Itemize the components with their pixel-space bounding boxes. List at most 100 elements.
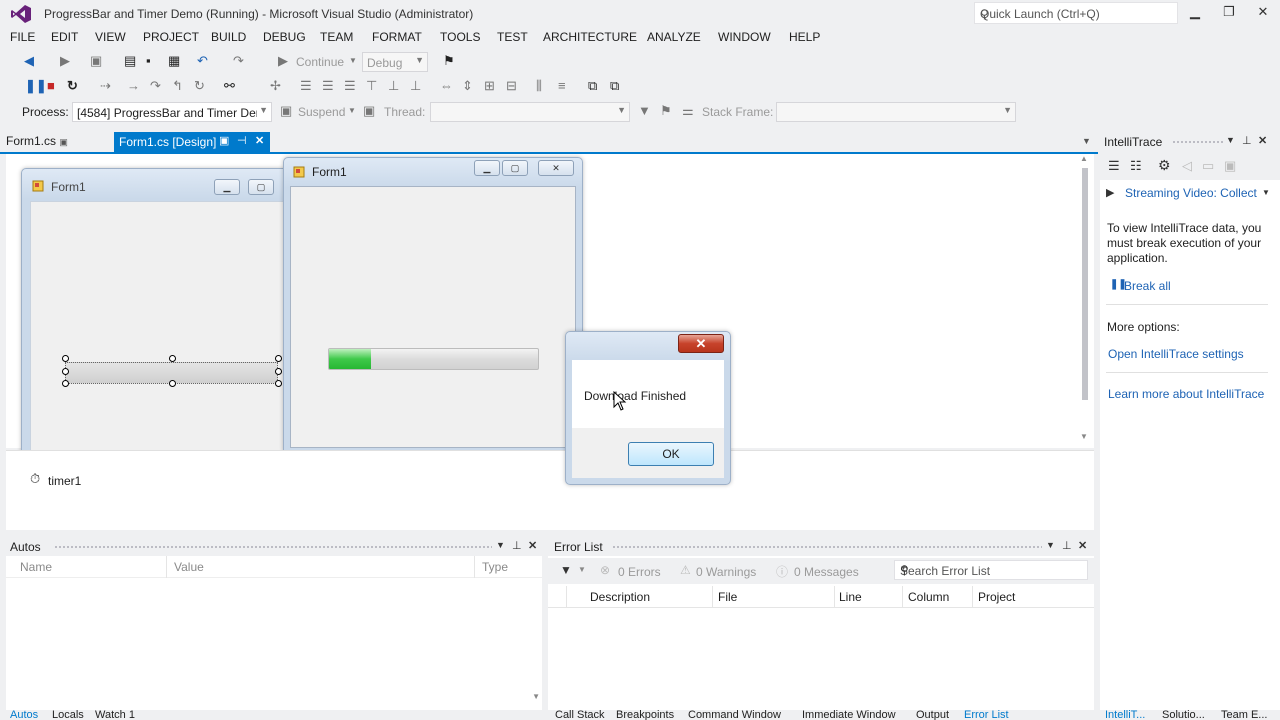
error-col-file[interactable]: File	[718, 590, 737, 604]
step-out-icon[interactable]: ↰	[172, 76, 183, 96]
find-in-files-icon[interactable]: ⚑	[443, 51, 455, 71]
autos-col-value[interactable]: Value	[174, 560, 204, 574]
make-same-width-icon[interactable]: ⇔	[440, 76, 453, 96]
menu-team[interactable]: TEAM	[320, 30, 353, 44]
pin-icon[interactable]: ⊥	[1242, 134, 1252, 147]
close-tab-icon[interactable]: ✕	[255, 134, 264, 147]
redo-icon[interactable]: ↷	[233, 51, 244, 71]
menu-tools[interactable]: TOOLS	[440, 30, 480, 44]
menu-edit[interactable]: EDIT	[51, 30, 78, 44]
undo-icon[interactable]: ↶	[197, 51, 208, 71]
ok-button[interactable]: OK	[628, 442, 714, 466]
resize-handle[interactable]	[169, 380, 176, 387]
menu-architecture[interactable]: ARCHITECTURE	[543, 30, 637, 44]
menu-view[interactable]: VIEW	[95, 30, 126, 44]
align-lefts-icon[interactable]: ☰	[300, 76, 312, 96]
search-error-list-input[interactable]: Search Error List ⚲ ▼	[894, 560, 1088, 580]
design-form1-client[interactable]	[30, 201, 284, 451]
maximize-button[interactable]: ▢	[502, 160, 528, 176]
send-to-back-icon[interactable]: ⧉	[610, 76, 619, 96]
go-back-icon[interactable]: ◁	[1182, 158, 1192, 174]
error-col-column[interactable]: Column	[908, 590, 949, 604]
align-to-grid-icon[interactable]: ✢	[270, 76, 281, 96]
pin-icon[interactable]: ⊣	[237, 134, 247, 147]
suspend-button[interactable]: Suspend	[298, 105, 345, 119]
scroll-down-icon[interactable]: ▼	[1080, 432, 1088, 441]
tab-form1-design[interactable]: Form1.cs [Design] ▣ ⊣ ✕	[114, 132, 270, 152]
resize-handle[interactable]	[62, 368, 69, 375]
pin-icon[interactable]: ⊥	[512, 539, 522, 552]
make-same-height-icon[interactable]: ⇕	[462, 76, 473, 96]
learn-more-intellitrace-link[interactable]: Learn more about IntelliTrace	[1108, 387, 1264, 401]
filter-dropdown-icon[interactable]: ▼	[578, 565, 586, 574]
chevron-down-icon[interactable]: ▼	[1262, 188, 1270, 197]
menu-build[interactable]: BUILD	[211, 30, 246, 44]
thread-select[interactable]: ▼	[430, 102, 630, 122]
align-rights-icon[interactable]: ☰	[344, 76, 356, 96]
errors-filter-button[interactable]: 0 Errors	[618, 565, 661, 579]
autos-col-name[interactable]: Name	[20, 560, 52, 574]
back-icon[interactable]: ◀	[24, 51, 34, 71]
resize-handle[interactable]	[275, 380, 282, 387]
drag-grip[interactable]	[54, 545, 492, 550]
messages-filter-button[interactable]: 0 Messages	[794, 565, 859, 579]
drag-grip[interactable]	[612, 545, 1042, 550]
tab-output[interactable]: Output	[916, 709, 949, 720]
continue-icon[interactable]: ▶	[278, 51, 288, 71]
open-intellitrace-settings-link[interactable]: Open IntelliTrace settings	[1108, 347, 1244, 361]
tab-solution-explorer[interactable]: Solutio...	[1162, 709, 1205, 720]
refresh-icon[interactable]: ↻	[194, 76, 205, 96]
menu-window[interactable]: WINDOW	[718, 30, 771, 44]
chevron-down-icon[interactable]: ▼	[496, 540, 505, 550]
tab-team-explorer[interactable]: Team E...	[1221, 709, 1267, 720]
resize-handle[interactable]	[62, 380, 69, 387]
gear-icon[interactable]: ⚙	[1158, 157, 1171, 174]
error-col-line[interactable]: Line	[839, 590, 862, 604]
pin-icon[interactable]: ▣	[59, 137, 68, 147]
resize-handle[interactable]	[62, 355, 69, 362]
minimize-button[interactable]: ▁	[1180, 2, 1210, 24]
size-to-grid-icon[interactable]: ⊟	[506, 76, 517, 96]
tab-breakpoints[interactable]: Breakpoints	[616, 709, 674, 720]
chevron-down-icon[interactable]: ▼	[900, 565, 1084, 572]
open-file-icon[interactable]: ▤	[124, 51, 136, 71]
design-form1-window[interactable]: Form1 ▁ ▢	[21, 168, 291, 458]
menu-analyze[interactable]: ANALYZE	[647, 30, 701, 44]
align-bottoms-icon[interactable]: ⊥	[410, 76, 421, 96]
tab-call-stack[interactable]: Call Stack	[555, 709, 605, 720]
tab-error-list[interactable]: Error List	[964, 709, 1009, 720]
break-all-link[interactable]: Break all	[1124, 279, 1171, 293]
resize-handle[interactable]	[275, 368, 282, 375]
minimize-button[interactable]: ▁	[474, 160, 500, 176]
resize-handle[interactable]	[169, 355, 176, 362]
forward-icon[interactable]: ▶	[60, 51, 70, 71]
align-tops-icon[interactable]: ⊤	[366, 76, 377, 96]
close-button[interactable]: ✕	[538, 160, 574, 176]
autos-col-type[interactable]: Type	[482, 560, 508, 574]
continue-button[interactable]: Continue	[296, 55, 344, 69]
tab-overflow-icon[interactable]: ▼	[1082, 136, 1091, 146]
close-button[interactable]: ✕	[1248, 2, 1278, 24]
process-select[interactable]: [4584] ProgressBar and Timer Dem ▼	[72, 102, 272, 122]
events-view-icon[interactable]: ☰	[1108, 158, 1120, 174]
tab-immediate-window[interactable]: Immediate Window	[802, 709, 896, 720]
save-icon[interactable]: ▣	[1224, 158, 1236, 174]
restore-button[interactable]: ❐	[1214, 2, 1244, 24]
tab-locals[interactable]: Locals	[52, 709, 84, 720]
close-icon[interactable]: ✕	[1078, 539, 1087, 552]
stack-frame-select[interactable]: ▼	[776, 102, 1016, 122]
filter-icon[interactable]: ▼	[560, 563, 572, 577]
restart-icon[interactable]: ↻	[67, 76, 78, 96]
align-middles-icon[interactable]: ⊥	[388, 76, 399, 96]
continue-dropdown-icon[interactable]: ▼	[349, 51, 357, 71]
resize-handle[interactable]	[275, 355, 282, 362]
streaming-video-dropdown[interactable]: Streaming Video: Collect	[1125, 186, 1257, 200]
error-col-description[interactable]: Description	[590, 590, 650, 604]
tab-form1-cs[interactable]: Form1.cs ▣	[6, 134, 68, 148]
designer-vertical-scrollbar[interactable]: ▲ ▼	[1079, 154, 1091, 446]
menu-file[interactable]: FILE	[10, 30, 35, 44]
drag-grip[interactable]	[1172, 140, 1224, 145]
open-file-icon[interactable]: ▭	[1202, 158, 1214, 174]
filter-threads-icon[interactable]: ▼	[638, 101, 651, 121]
tab-intellitrace[interactable]: IntelliT...	[1105, 709, 1145, 720]
